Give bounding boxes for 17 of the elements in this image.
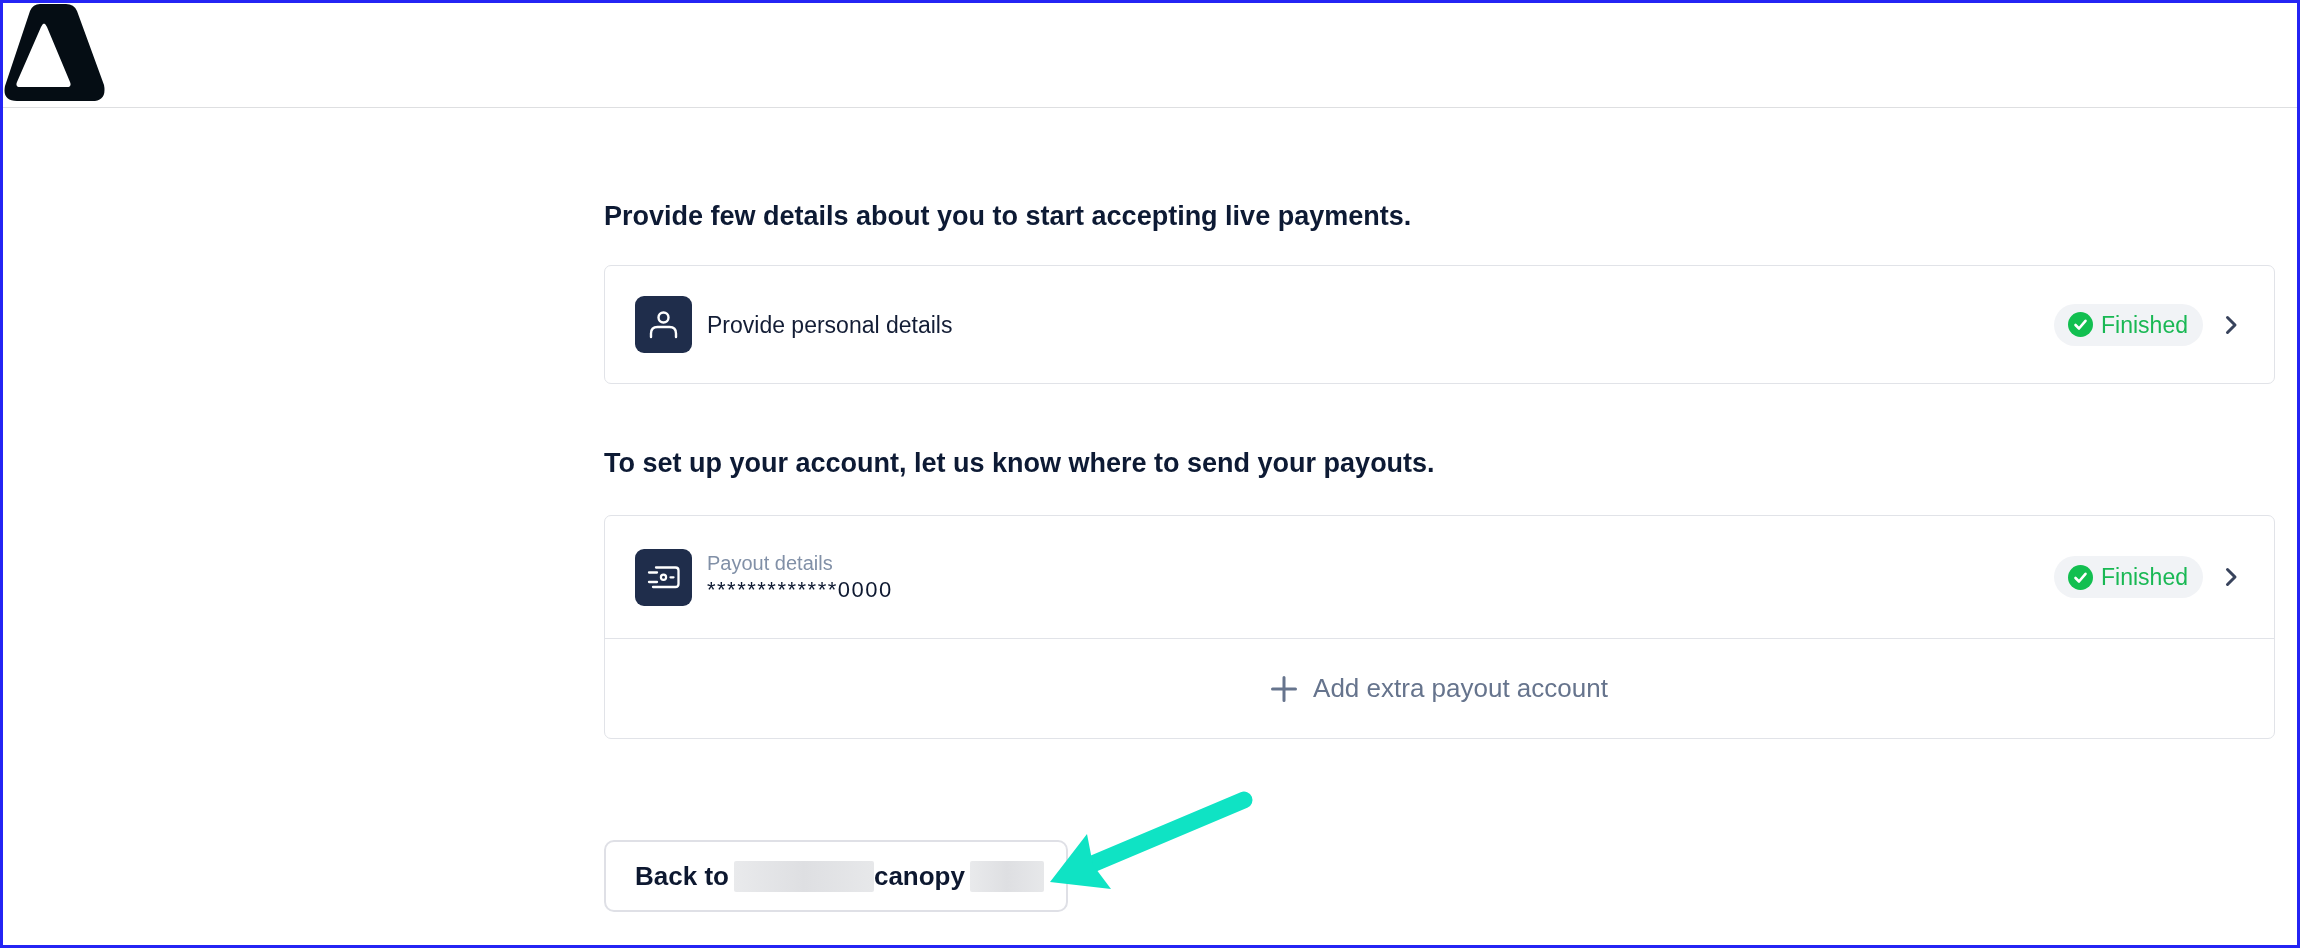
row-title: Provide personal details: [707, 310, 953, 339]
triangle-logo-icon[interactable]: [4, 4, 105, 101]
section-heading: Provide few details about you to start accepting live payments.: [604, 200, 1412, 232]
row-label: Payout details: [707, 551, 833, 576]
back-button[interactable]: Back to canopy: [604, 840, 1068, 912]
chevron-right-icon[interactable]: [2225, 567, 2238, 587]
check-circle-icon: [2068, 312, 2094, 337]
plus-icon: [1271, 675, 1298, 702]
masked-account-number: *************0000: [707, 576, 893, 604]
section-heading: To set up your account, let us know where to send your payouts.: [604, 447, 1435, 479]
check-circle-icon: [2068, 564, 2094, 590]
banknote-icon: [635, 548, 692, 606]
status-label: Finished: [2101, 563, 2188, 591]
status-label: Finished: [2101, 310, 2188, 339]
add-payout-button[interactable]: Add extra payout account: [1271, 673, 1608, 704]
person-icon: [635, 296, 692, 353]
chevron-right-icon[interactable]: [2225, 314, 2238, 335]
